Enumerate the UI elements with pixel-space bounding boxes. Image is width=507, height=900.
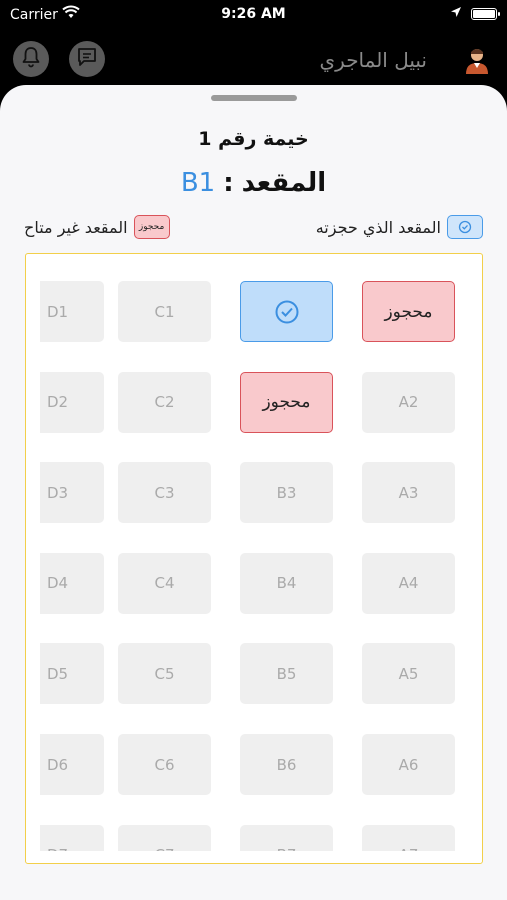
seat-a2[interactable]: A2 xyxy=(362,371,455,433)
seat-b5[interactable]: B5 xyxy=(240,643,333,705)
seat-d6[interactable]: D6 xyxy=(40,734,104,795)
check-circle-icon xyxy=(458,220,472,234)
app-header: نبيل الماجري xyxy=(0,30,507,90)
check-circle-icon xyxy=(275,300,298,323)
seat-a4[interactable]: A4 xyxy=(362,552,455,614)
seat-c5[interactable]: C5 xyxy=(118,643,211,705)
status-bar: Carrier 9:26 AM xyxy=(0,0,507,30)
chat-icon xyxy=(76,46,98,72)
user-name: نبيل الماجري xyxy=(319,48,428,72)
seat-d4[interactable]: D4 xyxy=(40,552,104,614)
seat-c4[interactable]: C4 xyxy=(118,552,211,614)
seat-a1[interactable]: محجوز xyxy=(362,281,455,342)
seat-b6[interactable]: B6 xyxy=(240,734,333,795)
messages-button[interactable] xyxy=(69,41,105,77)
seat-a6[interactable]: A6 xyxy=(362,734,455,795)
seat-d7[interactable]: D7 xyxy=(40,824,104,851)
legend-my-seat-label: المقعد الذي حجزته xyxy=(315,217,441,237)
seat-c1[interactable]: C1 xyxy=(118,281,211,342)
seat-a7[interactable]: A7 xyxy=(362,824,455,851)
seat-map[interactable]: D1 C1 محجوز D2 C2 محجوز A2 D3 C3 B3 A3 D4 C4 B4 A4 D5 C5… xyxy=(25,253,483,864)
bell-icon xyxy=(21,46,41,72)
legend-my-seat: المقعد الذي حجزته xyxy=(316,215,483,239)
seat-c2[interactable]: C2 xyxy=(118,371,211,433)
seat-c3[interactable]: C3 xyxy=(118,462,211,524)
seat-b1[interactable] xyxy=(240,281,333,342)
seat-d3[interactable]: D3 xyxy=(40,462,104,524)
unavailable-swatch: محجوز xyxy=(133,215,170,239)
seat-b4[interactable]: B4 xyxy=(240,552,333,614)
tent-title: خيمة رقم 1 xyxy=(198,128,309,150)
notifications-button[interactable] xyxy=(13,41,49,77)
status-time: 9:26 AM xyxy=(221,6,286,22)
seat-d5[interactable]: D5 xyxy=(40,643,104,705)
seat-d1[interactable]: D1 xyxy=(40,281,104,342)
legend-unavailable-label: المقعد غير متاح xyxy=(24,217,128,237)
seat-a3[interactable]: A3 xyxy=(362,462,455,524)
seat-grid: D1 C1 محجوز D2 C2 محجوز A2 D3 C3 B3 A3 D4 C4 B4 A4 D5 C5… xyxy=(40,254,482,851)
my-seat-swatch xyxy=(447,215,483,239)
bottom-sheet: خيمة رقم 1 المقعد:B1 المقعد الذي حجزته م… xyxy=(0,85,507,900)
seat-c7[interactable]: C7 xyxy=(118,824,211,851)
seat-b3[interactable]: B3 xyxy=(240,462,333,524)
battery-icon xyxy=(471,8,500,20)
seat-b2[interactable]: محجوز xyxy=(240,371,333,433)
seat-label: المقعد xyxy=(241,168,327,198)
seat-c6[interactable]: C6 xyxy=(118,734,211,795)
seat-b7[interactable]: B7 xyxy=(240,824,333,851)
seat-value: B1 xyxy=(180,168,216,198)
sheet-drag-handle[interactable] xyxy=(211,95,297,101)
seat-d2[interactable]: D2 xyxy=(40,371,104,433)
location-arrow-icon xyxy=(450,6,462,22)
legend-unavailable: محجوز المقعد غير متاح xyxy=(24,215,170,239)
selected-seat-line: المقعد:B1 xyxy=(0,168,507,198)
avatar-icon[interactable] xyxy=(464,46,490,74)
seat-a5[interactable]: A5 xyxy=(362,643,455,705)
seat-colon: : xyxy=(223,168,234,198)
